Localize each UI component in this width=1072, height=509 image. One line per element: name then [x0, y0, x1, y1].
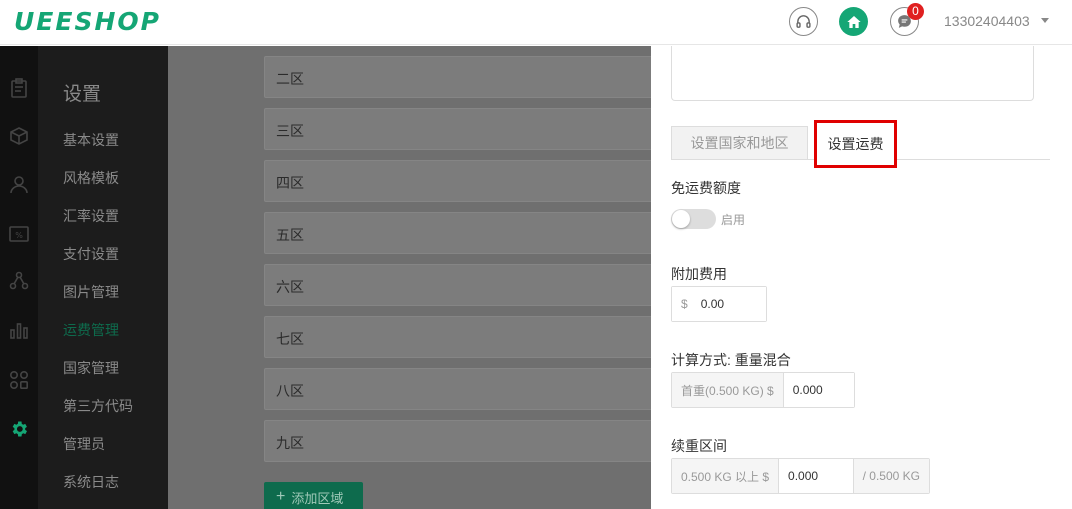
zone-label: 七区 — [276, 331, 304, 347]
share-icon[interactable] — [8, 270, 29, 291]
zone-label: 三区 — [276, 123, 304, 139]
sidebar-item-shipping[interactable]: 运费管理 — [63, 320, 119, 340]
message-count-badge: 0 — [907, 3, 924, 20]
zone-label: 五区 — [276, 227, 304, 243]
zone-row[interactable]: 六区 — [264, 264, 651, 306]
user-icon[interactable] — [8, 173, 29, 194]
calc-method-label: 计算方式: 重量混合 — [671, 352, 791, 368]
sidebar-item-third-party-code[interactable]: 第三方代码 — [63, 396, 133, 416]
continued-weight-field[interactable]: 0.500 KG 以上 $ 0.000 / 0.500 KG — [671, 458, 930, 494]
sidebar-item-payment[interactable]: 支付设置 — [63, 244, 119, 264]
toggle-enable-text: 启用 — [721, 213, 746, 227]
gear-icon[interactable] — [8, 418, 29, 439]
main-content-overlay: 二区 三区 四区 五区 六区 七区 八区 九区 + 添加区域 — [168, 46, 651, 509]
cube-icon[interactable] — [8, 125, 29, 146]
sidebar-item-system-log[interactable]: 系统日志 — [63, 472, 119, 492]
sidebar-item-countries[interactable]: 国家管理 — [63, 358, 119, 378]
tab-country-region[interactable]: 设置国家和地区 — [671, 126, 808, 160]
logo[interactable]: UEESHOP — [14, 7, 161, 36]
sidebar-item-basic[interactable]: 基本设置 — [63, 130, 119, 150]
headset-icon — [796, 15, 811, 28]
sidebar-title: 设置 — [63, 84, 102, 105]
add-zone-button[interactable]: + 添加区域 — [264, 482, 363, 509]
icon-rail: % — [0, 46, 38, 509]
zone-row[interactable]: 八区 — [264, 368, 651, 410]
zone-row[interactable]: 二区 — [264, 56, 651, 98]
sidebar-item-images[interactable]: 图片管理 — [63, 282, 119, 302]
settings-sidebar: 设置 基本设置 风格模板 汇率设置 支付设置 图片管理 运费管理 国家管理 第三… — [38, 46, 168, 509]
svg-text:%: % — [15, 231, 23, 240]
first-weight-prefix: 首重(0.500 KG) $ — [672, 373, 784, 407]
apps-icon[interactable] — [8, 369, 29, 390]
zone-row[interactable]: 九区 — [264, 420, 651, 462]
description-textarea[interactable] — [671, 46, 1034, 101]
currency-prefix: $ — [672, 287, 692, 321]
zone-row[interactable]: 三区 — [264, 108, 651, 150]
sidebar-item-exchange-rate[interactable]: 汇率设置 — [63, 206, 119, 226]
home-icon — [846, 15, 861, 28]
support-button[interactable] — [789, 7, 818, 36]
zone-row[interactable]: 七区 — [264, 316, 651, 358]
zone-row[interactable]: 四区 — [264, 160, 651, 202]
continued-weight-prefix: 0.500 KG 以上 $ — [672, 459, 780, 493]
continued-weight-label: 续重区间 — [671, 438, 727, 454]
zone-label: 四区 — [276, 175, 304, 191]
clipboard-icon[interactable] — [8, 77, 29, 98]
free-shipping-toggle[interactable] — [671, 209, 716, 229]
continued-weight-suffix: / 0.500 KG — [852, 459, 929, 493]
toggle-knob — [672, 210, 690, 228]
extra-fee-field[interactable]: $ 0.00 — [671, 286, 767, 322]
plus-icon: + — [276, 488, 286, 505]
zone-label: 九区 — [276, 435, 304, 451]
extra-fee-label: 附加费用 — [671, 266, 727, 282]
first-weight-field[interactable]: 首重(0.500 KG) $ 0.000 — [671, 372, 855, 408]
add-zone-label: 添加区域 — [291, 490, 344, 506]
zone-label: 六区 — [276, 279, 304, 295]
account-name[interactable]: 13302404403 — [944, 13, 1030, 29]
first-weight-input[interactable]: 0.000 — [783, 373, 854, 407]
sidebar-item-admins[interactable]: 管理员 — [63, 434, 105, 454]
bar-chart-icon[interactable] — [8, 319, 29, 340]
zone-row[interactable]: 五区 — [264, 212, 651, 254]
extra-fee-input[interactable]: 0.00 — [691, 287, 766, 321]
top-header: UEESHOP 0 13302404403 — [0, 0, 1072, 45]
zone-label: 八区 — [276, 383, 304, 399]
chevron-down-icon[interactable] — [1041, 18, 1049, 23]
zone-label: 二区 — [276, 71, 304, 87]
tab-shipping-fee[interactable]: 设置运费 — [814, 120, 897, 168]
shipping-edit-panel: 设置国家和地区 设置运费 免运费额度 启用 附加费用 $ 0.00 计算方式: … — [651, 46, 1072, 509]
free-shipping-label: 免运费额度 — [671, 180, 741, 196]
percent-icon[interactable]: % — [8, 223, 29, 244]
sidebar-item-theme[interactable]: 风格模板 — [63, 168, 119, 188]
continued-weight-input[interactable]: 0.000 — [779, 459, 853, 493]
home-button[interactable] — [839, 7, 868, 36]
